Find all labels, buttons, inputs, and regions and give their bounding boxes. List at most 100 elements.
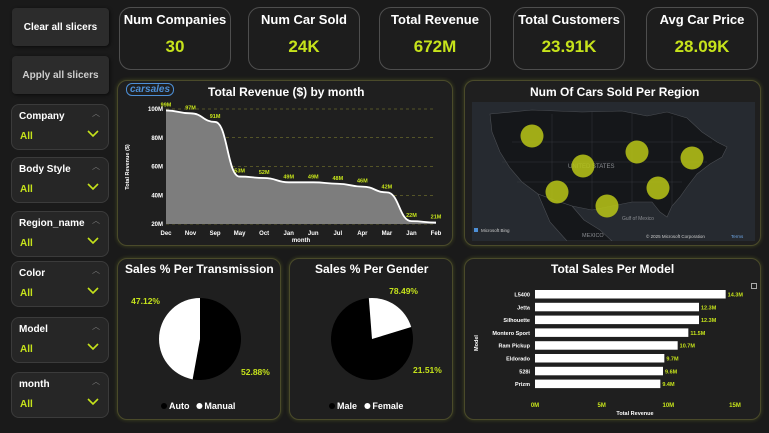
model-label: Prizm [515, 382, 530, 388]
chevron-down-icon[interactable] [87, 183, 99, 191]
x-tick-label: Jun [308, 231, 319, 237]
gender-pie-chart: 78.49% 21.51% Male Female [329, 286, 442, 411]
kpi-card-num-car-sold: Num Car Sold 24K [248, 7, 360, 70]
kpi-title: Num Companies [123, 12, 227, 27]
x-axis-label: month [292, 238, 311, 244]
kpi-card-avg-car-price: Avg Car Price 28.09K [646, 7, 758, 70]
transmission-pie-card[interactable]: Sales % Per Transmission 52.88% 47.12% Aut… [117, 258, 281, 420]
revenue-area [166, 110, 436, 224]
slicer-region-name[interactable]: Region_name ︿ All [11, 211, 109, 257]
chevron-up-icon[interactable]: ︿ [92, 161, 100, 172]
bar-data-label: 9.4M [662, 382, 675, 388]
kpi-value: 23.91K [541, 37, 597, 56]
model-bar[interactable] [535, 366, 663, 376]
map-label-gulf: Gulf of Mexico [622, 216, 654, 222]
apply-all-slicers-button[interactable]: Apply all slicers [12, 56, 109, 94]
region-bubble[interactable] [680, 146, 704, 170]
y-tick-label: 80M [151, 136, 163, 142]
sales-per-model-card[interactable]: Total Sales Per Model 0M 5M 10M 15M L5400 14.… [464, 258, 761, 420]
x-tick-label: Jan [284, 231, 295, 237]
map-card[interactable]: Num Of Cars Sold Per Region UNITED STATE… [464, 80, 761, 246]
pie-data-label: 52.88% [241, 367, 270, 377]
revenue-by-month-card[interactable]: carsales Total Revenue ($) by month 20M 4… [117, 80, 453, 246]
pie-data-label: 78.49% [389, 286, 418, 296]
region-bubble[interactable] [571, 154, 595, 178]
y-axis-label: Model [474, 335, 480, 351]
pie-slice-manual[interactable] [159, 298, 200, 380]
slicer-model[interactable]: Model ︿ All [11, 317, 109, 363]
model-bar[interactable] [535, 302, 699, 312]
chevron-down-icon[interactable] [87, 237, 99, 245]
model-label: L5400 [514, 293, 530, 299]
focus-mode-icon[interactable] [751, 283, 757, 289]
slicer-label: Color [19, 268, 46, 279]
model-bar[interactable] [535, 290, 726, 299]
transmission-pie-chart: 52.88% 47.12% Auto Manual [131, 296, 270, 411]
x-tick-label: 5M [597, 403, 605, 409]
model-bar[interactable] [535, 341, 678, 350]
chevron-up-icon[interactable]: ︿ [92, 265, 100, 276]
x-axis-label: Total Revenue [616, 411, 653, 417]
slicer-company[interactable]: Company ︿ All [11, 104, 109, 150]
map-credit-right: © 2025 Microsoft Corporation [646, 233, 705, 239]
slicer-label: Region_name [19, 218, 85, 229]
model-bar[interactable] [535, 379, 661, 389]
region-map[interactable]: UNITED STATES MEXICO Gulf of Mexico Micr… [472, 102, 755, 241]
chevron-down-icon[interactable] [87, 130, 99, 138]
kpi-title: Avg Car Price [659, 12, 745, 27]
revenue-data-label: 52M [259, 170, 270, 176]
legend-label: Auto [169, 401, 190, 411]
slicer-color[interactable]: Color ︿ All [11, 261, 109, 307]
chevron-up-icon[interactable]: ︿ [92, 321, 100, 332]
slicer-body-style[interactable]: Body Style ︿ All [11, 157, 109, 203]
region-bubble[interactable] [545, 180, 569, 204]
kpi-title: Total Revenue [391, 12, 479, 27]
kpi-value: 24K [288, 37, 320, 56]
legend-marker [329, 403, 335, 409]
slicer-value: All [20, 344, 33, 355]
bar-data-label: 9.7M [666, 357, 679, 363]
x-tick-label: Feb [431, 231, 442, 237]
gender-pie-card[interactable]: Sales % Per Gender 78.49% 21.51% Male Femal… [289, 258, 453, 420]
x-tick-label: Nov [185, 231, 197, 237]
region-bubble[interactable] [595, 194, 619, 218]
pie-data-label: 21.51% [413, 365, 442, 375]
region-bubble[interactable] [646, 176, 670, 200]
slicer-value: All [20, 238, 33, 249]
region-bubble[interactable] [625, 140, 649, 164]
bar-data-label: 11.5M [690, 331, 705, 337]
revenue-data-label: 49M [308, 174, 319, 180]
revenue-data-label: 97M [185, 105, 196, 111]
kpi-title: Total Customers [518, 12, 620, 27]
chevron-up-icon[interactable]: ︿ [92, 376, 100, 387]
revenue-data-label: 99M [161, 102, 172, 108]
slicer-label: Model [19, 324, 48, 335]
x-tick-label: Sep [210, 231, 221, 237]
chevron-down-icon[interactable] [87, 343, 99, 351]
model-label: Jetta [517, 305, 531, 311]
x-tick-label: May [234, 231, 246, 237]
x-tick-label: Apr [357, 231, 368, 237]
slicer-month[interactable]: month ︿ All [11, 372, 109, 418]
map-terms-link[interactable]: Terms [731, 234, 744, 239]
chevron-down-icon[interactable] [87, 287, 99, 295]
revenue-data-label: 21M [431, 215, 442, 221]
legend-marker [161, 403, 167, 409]
legend-label: Male [337, 401, 357, 411]
slicer-value: All [20, 399, 33, 410]
model-bar[interactable] [535, 354, 665, 363]
legend-label: Female [372, 401, 403, 411]
slicer-label: month [19, 379, 50, 390]
clear-all-slicers-button[interactable]: Clear all slicers [12, 8, 109, 46]
model-bar[interactable] [535, 328, 689, 337]
chevron-up-icon[interactable]: ︿ [92, 215, 100, 226]
chevron-down-icon[interactable] [87, 398, 99, 406]
model-bar[interactable] [535, 315, 699, 325]
model-label: 528i [519, 369, 530, 375]
map-title: Num Of Cars Sold Per Region [530, 85, 700, 99]
slicer-label: Company [19, 111, 65, 122]
pie-data-label: 47.12% [131, 296, 160, 306]
kpi-value: 30 [165, 37, 185, 56]
chevron-up-icon[interactable]: ︿ [92, 108, 100, 119]
region-bubble[interactable] [520, 124, 544, 148]
